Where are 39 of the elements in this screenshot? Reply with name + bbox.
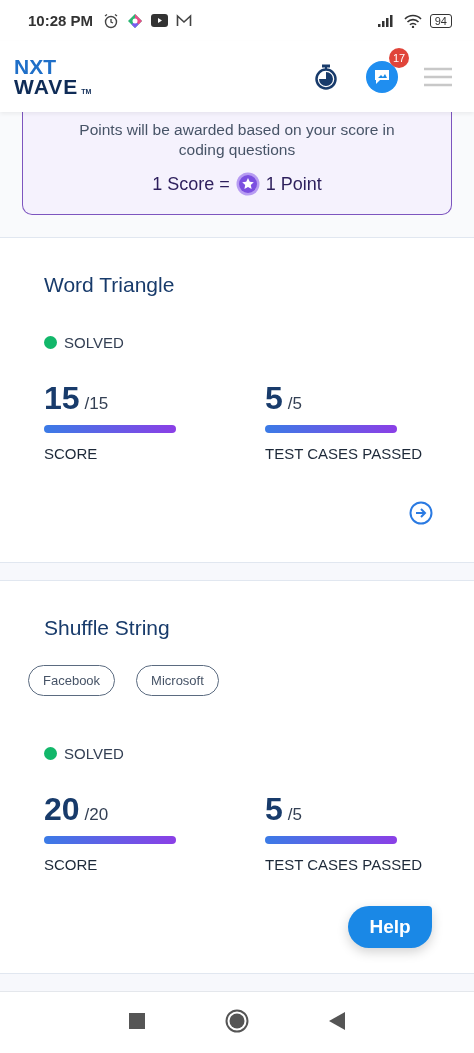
recents-icon[interactable] — [129, 1012, 145, 1029]
app-icon — [127, 12, 144, 29]
stopwatch-icon[interactable] — [314, 63, 338, 90]
problem-title: Word Triangle — [44, 272, 176, 299]
mail-icon — [176, 14, 193, 27]
stat-label: SCORE — [44, 855, 99, 876]
score-equation-text: 1 Score = — [152, 173, 230, 195]
score-equation-text: 1 Point — [265, 173, 322, 195]
score-value: 5 — [265, 791, 283, 829]
video-play-icon — [151, 14, 169, 27]
back-icon[interactable] — [329, 1011, 345, 1030]
wifi-icon — [403, 13, 422, 28]
problem-title: Shuffle String — [44, 615, 171, 642]
stat-label: SCORE — [44, 444, 99, 465]
status-label: SOLVED — [64, 744, 124, 762]
chat-button[interactable] — [366, 60, 398, 93]
notification-badge: 17 — [389, 47, 409, 68]
stat-label: TEST CASES PASSED — [265, 444, 422, 465]
battery-level: 94 — [429, 13, 452, 28]
arrow-circle-icon[interactable] — [409, 501, 433, 526]
logo-text[interactable]: WAVE — [14, 76, 79, 97]
stat-label: TEST CASES PASSED — [265, 855, 422, 876]
signal-icon — [377, 14, 396, 27]
score-total: /5 — [287, 394, 302, 415]
score-total: /20 — [84, 805, 109, 826]
status-label: SOLVED — [64, 333, 124, 351]
star-coin-icon — [235, 172, 260, 197]
points-info-text: Points will be awarded based on your score in coding questions — [78, 120, 396, 161]
score-value: 15 — [44, 380, 80, 418]
help-button[interactable]: Help — [348, 906, 432, 948]
score-value: 5 — [265, 380, 283, 418]
chat-bubble-icon — [373, 68, 391, 85]
logo-text[interactable]: NXT — [14, 56, 92, 77]
score-total: /15 — [84, 394, 109, 415]
score-value: 20 — [44, 791, 80, 829]
status-time: 10:28 PM — [28, 12, 94, 29]
alarm-clock-icon — [103, 12, 120, 29]
score-total: /5 — [287, 805, 302, 826]
home-icon[interactable] — [225, 1008, 249, 1033]
